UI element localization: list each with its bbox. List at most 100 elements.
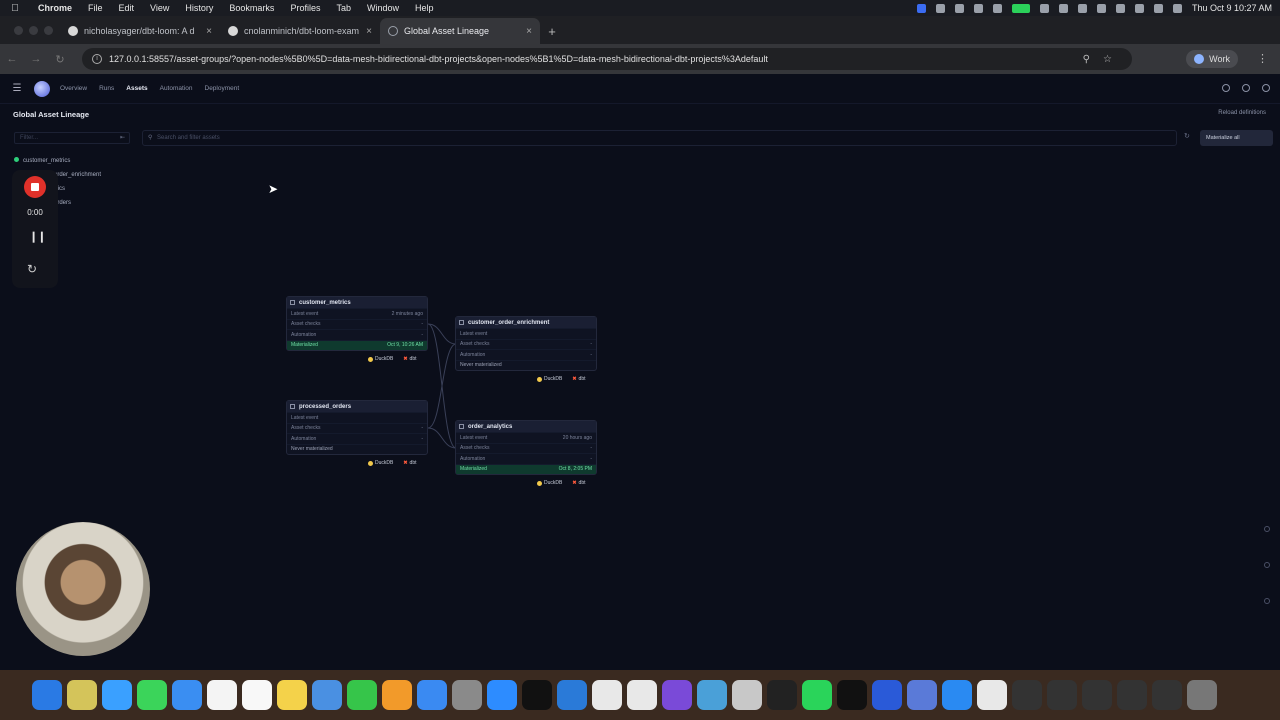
fullscreen-window-icon[interactable] xyxy=(44,25,53,35)
finder-icon[interactable] xyxy=(32,680,62,710)
pages-icon[interactable] xyxy=(382,680,412,710)
restart-recording-icon[interactable]: ↻ xyxy=(27,262,37,276)
bookmark-star-icon[interactable]: ☆ xyxy=(1103,54,1112,65)
url-text[interactable]: 127.0.0.1:58557/asset-groups/?open-nodes… xyxy=(109,54,768,64)
asset-node-header[interactable]: customer_metrics xyxy=(287,297,427,308)
zoom-status-icon[interactable] xyxy=(916,3,926,13)
control-center-icon[interactable] xyxy=(1172,3,1182,13)
asset-node-header[interactable]: order_analytics xyxy=(456,421,596,432)
zoom-icon[interactable]: ⚲ xyxy=(1083,54,1090,65)
calendar-icon[interactable] xyxy=(207,680,237,710)
search-icon[interactable] xyxy=(1153,3,1163,13)
settings-icon[interactable] xyxy=(1262,84,1270,92)
window-thumbnail-icon[interactable] xyxy=(1047,680,1077,710)
status-icon[interactable] xyxy=(954,3,964,13)
browser-tab[interactable]: nicholasyager/dbt-loom: A d × xyxy=(60,18,220,44)
window-thumbnail-icon[interactable] xyxy=(1082,680,1112,710)
hamburger-icon[interactable]: ☰ xyxy=(0,83,34,94)
play-icon[interactable] xyxy=(1077,3,1087,13)
mail-icon[interactable] xyxy=(172,680,202,710)
refresh-icon[interactable]: ↻ xyxy=(1184,132,1190,140)
pause-recording-icon[interactable]: ❙❙ xyxy=(29,230,46,243)
materialize-all-button[interactable]: Materialize all xyxy=(1200,130,1273,146)
obs-icon[interactable] xyxy=(767,680,797,710)
tree-filter-input[interactable]: Filter... xyxy=(14,132,130,144)
zoom-slider[interactable] xyxy=(1264,562,1270,568)
battery-icon[interactable] xyxy=(1115,3,1125,13)
browser-tab[interactable]: cnolanminich/dbt-loom-exam × xyxy=(220,18,380,44)
apple-menu-icon[interactable]:  xyxy=(0,3,30,14)
menu-window[interactable]: Window xyxy=(359,3,407,13)
status-icon[interactable] xyxy=(973,3,983,13)
terminal-alt-icon[interactable] xyxy=(837,680,867,710)
safari-icon[interactable] xyxy=(102,680,132,710)
status-icon[interactable] xyxy=(992,3,1002,13)
trash-icon[interactable] xyxy=(1187,680,1217,710)
close-window-icon[interactable] xyxy=(14,25,23,35)
asset-node-customer-order-enrichment[interactable]: customer_order_enrichment Latest event A… xyxy=(455,316,597,371)
window-thumbnail-icon[interactable] xyxy=(1152,680,1182,710)
numbers-icon[interactable] xyxy=(347,680,377,710)
asset-node-order-analytics[interactable]: order_analytics Latest event 20 hours ago… xyxy=(455,420,597,475)
menu-file[interactable]: File xyxy=(80,3,111,13)
status-icon[interactable] xyxy=(935,3,945,13)
zoom-in-icon[interactable] xyxy=(1264,526,1270,532)
dagster-logo[interactable] xyxy=(34,80,50,97)
notes-icon[interactable] xyxy=(277,680,307,710)
chrome-icon[interactable] xyxy=(592,680,622,710)
rstudio-icon[interactable] xyxy=(907,680,937,710)
menu-history[interactable]: History xyxy=(177,3,221,13)
zoom-out-icon[interactable] xyxy=(1264,598,1270,604)
new-tab-button[interactable]: + xyxy=(540,18,564,44)
zoom-app-icon[interactable] xyxy=(487,680,517,710)
terminal-icon[interactable] xyxy=(522,680,552,710)
browser-tab-active[interactable]: Global Asset Lineage × xyxy=(380,18,540,44)
messages-icon[interactable] xyxy=(137,680,167,710)
close-tab-icon[interactable]: × xyxy=(526,26,532,37)
close-tab-icon[interactable]: × xyxy=(366,26,372,37)
reload-definitions-button[interactable]: Reload definitions xyxy=(1218,110,1266,116)
keynote-icon[interactable] xyxy=(312,680,342,710)
menu-profiles[interactable]: Profiles xyxy=(282,3,328,13)
asset-node-header[interactable]: customer_order_enrichment xyxy=(456,317,596,328)
app-store-icon[interactable] xyxy=(417,680,447,710)
asset-node-header[interactable]: processed_orders xyxy=(287,401,427,412)
menu-edit[interactable]: Edit xyxy=(111,3,143,13)
camera-status-icon[interactable] xyxy=(1011,3,1030,13)
more-menu-icon[interactable]: ⋮ xyxy=(1257,52,1268,65)
launchpad-icon[interactable] xyxy=(67,680,97,710)
back-icon[interactable]: ← xyxy=(0,53,24,65)
slack-icon[interactable] xyxy=(627,680,657,710)
menu-app-name[interactable]: Chrome xyxy=(30,3,80,13)
document-icon[interactable] xyxy=(977,680,1007,710)
menu-view[interactable]: View xyxy=(142,3,177,13)
asset-node-processed-orders[interactable]: processed_orders Latest event Asset chec… xyxy=(286,400,428,455)
stop-recording-button[interactable] xyxy=(24,176,46,198)
profile-button[interactable]: Work xyxy=(1186,50,1238,68)
nav-assets[interactable]: Assets xyxy=(126,85,147,92)
nav-overview[interactable]: Overview xyxy=(60,85,87,92)
tree-item[interactable]: customer_metrics xyxy=(14,154,101,168)
browser-icon[interactable] xyxy=(697,680,727,710)
asset-search-input[interactable]: ⚲ Search and filter assets xyxy=(142,130,1177,146)
close-tab-icon[interactable]: × xyxy=(206,26,212,37)
spotify-icon[interactable] xyxy=(802,680,832,710)
docker-icon[interactable] xyxy=(942,680,972,710)
collapse-sidebar-icon[interactable]: ⇤ xyxy=(120,134,125,141)
window-thumbnail-icon[interactable] xyxy=(1117,680,1147,710)
menu-help[interactable]: Help xyxy=(407,3,442,13)
nav-runs[interactable]: Runs xyxy=(99,85,114,92)
search-icon[interactable] xyxy=(1222,84,1230,92)
nav-deployment[interactable]: Deployment xyxy=(205,85,240,92)
forward-icon[interactable]: → xyxy=(24,53,48,65)
menu-tab[interactable]: Tab xyxy=(328,3,359,13)
app-icon[interactable] xyxy=(732,680,762,710)
nav-automation[interactable]: Automation xyxy=(160,85,193,92)
menubar-clock[interactable]: Thu Oct 9 10:27 AM xyxy=(1192,3,1272,13)
bluetooth-icon[interactable] xyxy=(1096,3,1106,13)
status-icon[interactable] xyxy=(1058,3,1068,13)
window-thumbnail-icon[interactable] xyxy=(1012,680,1042,710)
asset-node-customer-metrics[interactable]: customer_metrics Latest event 2 minutes a… xyxy=(286,296,428,351)
menu-bookmarks[interactable]: Bookmarks xyxy=(221,3,282,13)
minimize-window-icon[interactable] xyxy=(29,25,38,35)
